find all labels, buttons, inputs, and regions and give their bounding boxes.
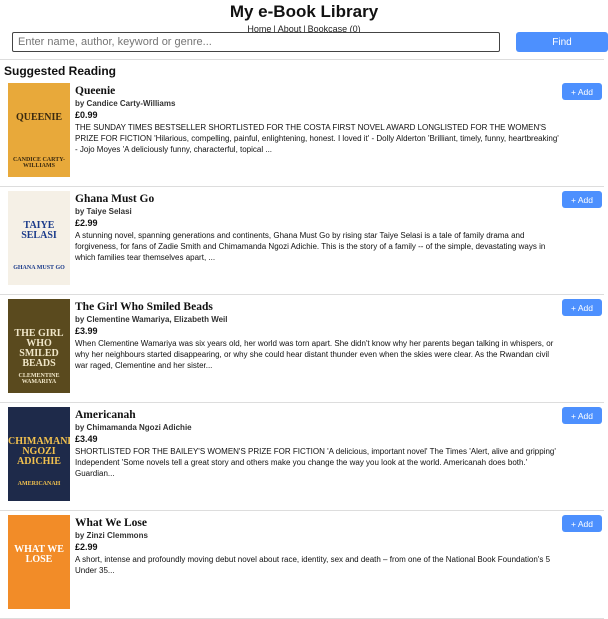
page-header: My e-Book Library Home | About | Bookcase (0…	[0, 0, 608, 34]
add-to-bookcase-button[interactable]: + Add	[562, 299, 602, 316]
book-description: A short, intense and profoundly moving d…	[75, 555, 551, 575]
book-item: QUEENIE CANDICE CARTY-WILLIAMS Queenie b…	[0, 79, 604, 187]
cover-author-text: GHANA MUST GO	[13, 265, 65, 271]
book-info: Ghana Must Go by Taiye Selasi £2.99 A st…	[75, 193, 560, 263]
app-title: My e-Book Library	[229, 2, 379, 21]
book-description: When Clementine Wamariya was six years o…	[75, 339, 554, 370]
search-bar: Find	[12, 32, 608, 52]
book-item: THE GIRL WHO SMILED BEADS CLEMENTINE WAM…	[0, 295, 604, 403]
book-author: by Clementine Wamariya, Elizabeth Weil	[75, 315, 228, 324]
add-to-bookcase-button[interactable]: + Add	[562, 191, 602, 208]
book-author: by Chimamanda Ngozi Adichie	[75, 423, 192, 432]
book-cover[interactable]: CHIMAMANDA NGOZI ADICHIE AMERICANAH	[8, 407, 70, 501]
book-title[interactable]: What We Lose	[75, 517, 560, 529]
cover-title-text: TAIYE SELASI	[21, 220, 57, 241]
book-description: THE SUNDAY TIMES BESTSELLER SHORTLISTED …	[75, 123, 559, 154]
cover-author-text: CANDICE CARTY-WILLIAMS	[12, 157, 66, 169]
book-info: Queenie by Candice Carty-Williams £0.99 …	[75, 85, 560, 155]
add-to-bookcase-button[interactable]: + Add	[562, 407, 602, 424]
book-info: The Girl Who Smiled Beads by Clementine …	[75, 301, 560, 371]
book-title[interactable]: The Girl Who Smiled Beads	[75, 301, 560, 313]
book-price: £2.99	[75, 218, 98, 228]
cover-title-text: WHAT WE LOSE	[14, 544, 64, 565]
book-info: What We Lose by Zinzi Clemmons £2.99 A s…	[75, 517, 560, 576]
book-price: £3.99	[75, 326, 98, 336]
cover-title-text: THE GIRL WHO SMILED BEADS	[14, 328, 64, 369]
book-description: SHORTLISTED FOR THE BAILEY'S WOMEN'S PRI…	[75, 447, 556, 478]
find-button[interactable]: Find	[516, 32, 608, 52]
book-price: £0.99	[75, 110, 98, 120]
book-item: TAIYE SELASI GHANA MUST GO Ghana Must Go…	[0, 187, 604, 295]
book-cover[interactable]: THE GIRL WHO SMILED BEADS CLEMENTINE WAM…	[8, 299, 70, 393]
book-price: £2.99	[75, 542, 98, 552]
book-title[interactable]: Americanah	[75, 409, 560, 421]
book-author: by Zinzi Clemmons	[75, 531, 148, 540]
add-to-bookcase-button[interactable]: + Add	[562, 515, 602, 532]
book-list: QUEENIE CANDICE CARTY-WILLIAMS Queenie b…	[0, 79, 604, 619]
book-author: by Taiye Selasi	[75, 207, 132, 216]
add-to-bookcase-button[interactable]: + Add	[562, 83, 602, 100]
book-cover[interactable]: WHAT WE LOSE	[8, 515, 70, 609]
cover-title-text: CHIMAMANDA NGOZI ADICHIE	[8, 436, 70, 467]
book-title[interactable]: Queenie	[75, 85, 560, 97]
cover-author-text: CLEMENTINE WAMARIYA	[18, 373, 60, 385]
book-cover[interactable]: TAIYE SELASI GHANA MUST GO	[8, 191, 70, 285]
book-cover[interactable]: QUEENIE CANDICE CARTY-WILLIAMS	[8, 83, 70, 177]
book-author: by Candice Carty-Williams	[75, 99, 176, 108]
header-divider	[0, 59, 604, 60]
cover-title-text: QUEENIE	[15, 112, 63, 123]
book-price: £3.49	[75, 434, 98, 444]
cover-author-text: AMERICANAH	[17, 481, 61, 487]
book-item: WHAT WE LOSE What We Lose by Zinzi Clemm…	[0, 511, 604, 619]
book-title[interactable]: Ghana Must Go	[75, 193, 560, 205]
book-info: Americanah by Chimamanda Ngozi Adichie £…	[75, 409, 560, 479]
section-title: Suggested Reading	[4, 64, 117, 78]
book-item: CHIMAMANDA NGOZI ADICHIE AMERICANAH Amer…	[0, 403, 604, 511]
book-description: A stunning novel, spanning generations a…	[75, 231, 546, 262]
search-input[interactable]	[12, 32, 500, 52]
